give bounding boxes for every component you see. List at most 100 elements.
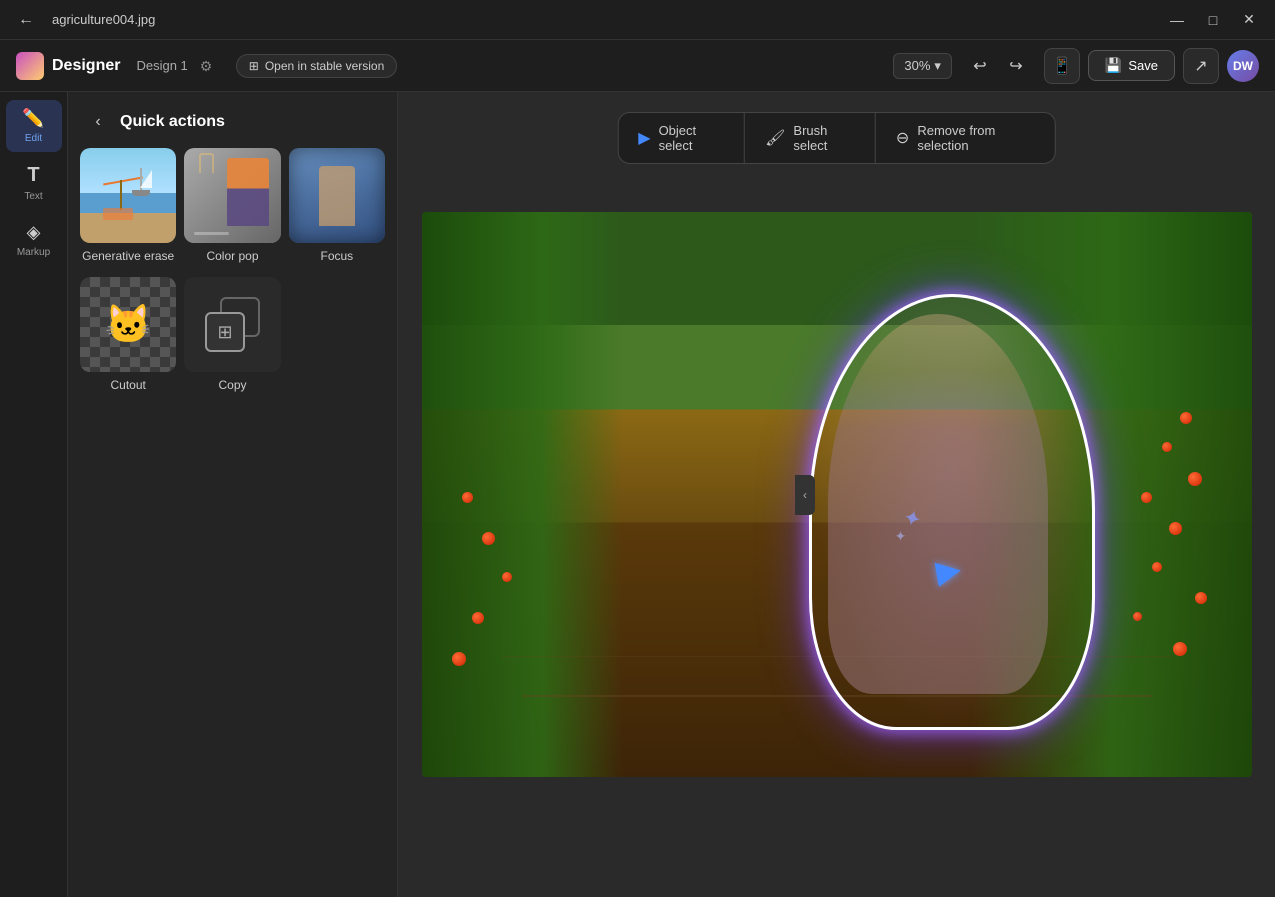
quick-actions-panel: ‹ Quick actions	[68, 92, 398, 897]
tomato-dot	[1141, 492, 1152, 503]
save-button[interactable]: 💾 Save	[1088, 50, 1175, 81]
design-name[interactable]: Design 1	[136, 58, 187, 73]
panel-header: ‹ Quick actions	[68, 92, 397, 148]
brush-select-button[interactable]: 🖌 Brush select	[745, 113, 876, 163]
collapse-panel-button[interactable]: ‹	[795, 475, 815, 515]
tomato-dot	[1169, 522, 1182, 535]
sidebar-item-edit[interactable]: ✏️ Edit	[6, 100, 62, 152]
color-pop-label: Color pop	[206, 249, 258, 269]
close-button[interactable]: ✕	[1235, 6, 1263, 34]
tomato-dot	[452, 652, 466, 666]
canvas-image: ▶ ✦ ✦	[422, 212, 1252, 777]
panel-title: Quick actions	[120, 113, 225, 131]
open-stable-version-button[interactable]: ⊞ Open in stable version	[236, 54, 397, 78]
copy-icon-wrapper: ⊞	[205, 297, 260, 352]
minimize-button[interactable]: —	[1163, 6, 1191, 34]
avatar[interactable]: DW	[1227, 50, 1259, 82]
maximize-icon: □	[1209, 12, 1217, 28]
main-layout: ✏️ Edit T Text ◈ Markup ‹ Quick actions	[0, 92, 1275, 897]
left-sidebar: ✏️ Edit T Text ◈ Markup	[0, 92, 68, 897]
object-select-icon: ▶	[638, 128, 650, 148]
brush-select-label: Brush select	[793, 123, 855, 153]
color-pop-ground	[194, 232, 229, 235]
tomato-dot	[1188, 472, 1202, 486]
brand-logo-area: Designer	[16, 52, 120, 80]
remove-selection-icon: ⊖	[896, 128, 909, 148]
tomato-dot	[1195, 592, 1207, 604]
tomato-dot	[482, 532, 495, 545]
color-pop-preview	[184, 148, 280, 243]
selection-toolbar: ▶ Object select 🖌 Brush select ⊖ Remove …	[617, 112, 1056, 164]
color-pop-person	[227, 158, 269, 226]
sidebar-item-text-label: Text	[24, 191, 42, 202]
action-card-generative-erase[interactable]: Generative erase	[80, 148, 176, 269]
auto-save-icon[interactable]: ⚙	[200, 58, 216, 74]
undo-button[interactable]: ↩	[964, 50, 996, 82]
undo-icon: ↩	[973, 56, 986, 76]
open-stable-icon: ⊞	[249, 59, 259, 73]
tomato-dot	[502, 572, 512, 582]
save-icon: 💾	[1105, 57, 1122, 74]
title-bar-controls: — □ ✕	[1163, 6, 1263, 34]
collapse-icon: ‹	[803, 488, 807, 502]
sidebar-item-markup[interactable]: ◈ Markup	[6, 214, 62, 266]
sidebar-item-markup-label: Markup	[17, 247, 50, 258]
focus-preview	[289, 148, 385, 243]
copy-front-rect: ⊞	[205, 312, 245, 352]
basketball-detail	[199, 153, 214, 173]
tomato-dot	[1133, 612, 1142, 621]
back-arrow-icon: ←	[18, 11, 34, 29]
close-icon: ✕	[1243, 11, 1255, 28]
tomato-dot	[1162, 442, 1172, 452]
sidebar-item-text[interactable]: T Text	[6, 156, 62, 210]
save-label: Save	[1128, 58, 1158, 73]
maximize-button[interactable]: □	[1199, 6, 1227, 34]
edit-icon: ✏️	[22, 108, 44, 129]
open-stable-label: Open in stable version	[265, 59, 384, 73]
copy-label: Copy	[218, 378, 246, 398]
tomato-dot	[462, 492, 473, 503]
zoom-chevron-icon: ▾	[934, 58, 941, 74]
panel-back-icon: ‹	[95, 113, 100, 131]
remove-from-selection-label: Remove from selection	[917, 123, 1034, 153]
phone-preview-button[interactable]: 📱	[1044, 48, 1080, 84]
cutout-preview: 🐱	[80, 277, 176, 372]
sidebar-item-edit-label: Edit	[25, 133, 42, 144]
action-card-color-pop[interactable]: Color pop	[184, 148, 280, 269]
zoom-value: 30%	[904, 58, 930, 73]
header-toolbar: Designer Design 1 ⚙ ⊞ Open in stable ver…	[0, 40, 1275, 92]
share-button[interactable]: ↗	[1183, 48, 1219, 84]
title-bar-filename: agriculture004.jpg	[52, 12, 1151, 27]
copy-preview: ⊞	[184, 277, 280, 372]
panel-back-button[interactable]: ‹	[84, 108, 112, 136]
action-card-focus[interactable]: Focus	[289, 148, 385, 269]
zoom-control[interactable]: 30% ▾	[893, 53, 952, 79]
action-card-copy[interactable]: ⊞ Copy	[184, 277, 280, 398]
share-icon: ↗	[1194, 56, 1207, 76]
tomato-dot	[1173, 642, 1187, 656]
text-icon: T	[27, 164, 39, 187]
remove-from-selection-button[interactable]: ⊖ Remove from selection	[876, 113, 1055, 163]
tomato-plants-left	[422, 212, 622, 777]
title-bar-back-button[interactable]: ←	[12, 6, 40, 34]
copy-inner-icon: ⊞	[217, 322, 232, 343]
object-select-label: Object select	[659, 123, 725, 153]
brand-name: Designer	[52, 57, 120, 75]
brand-logo	[16, 52, 44, 80]
tomato-dot	[1152, 562, 1162, 572]
minimize-icon: —	[1170, 12, 1184, 28]
focus-label: Focus	[320, 249, 353, 269]
cutout-cat-emoji: 🐱	[85, 282, 171, 367]
redo-button[interactable]: ↪	[1000, 50, 1032, 82]
focus-vignette	[289, 148, 385, 243]
action-card-cutout[interactable]: 🐱 Cutout	[80, 277, 176, 398]
object-select-button[interactable]: ▶ Object select	[618, 113, 745, 163]
markup-icon: ◈	[27, 222, 41, 243]
canvas-area[interactable]: ▶ Object select 🖌 Brush select ⊖ Remove …	[398, 92, 1275, 897]
quick-actions-grid: Generative erase Color pop	[68, 148, 397, 414]
person-body-overlay	[828, 314, 1048, 694]
generative-erase-preview	[80, 148, 176, 243]
right-actions-group: 📱 💾 Save ↗ DW	[1044, 48, 1259, 84]
phone-icon: 📱	[1052, 56, 1072, 76]
brush-select-icon: 🖌	[765, 128, 785, 148]
